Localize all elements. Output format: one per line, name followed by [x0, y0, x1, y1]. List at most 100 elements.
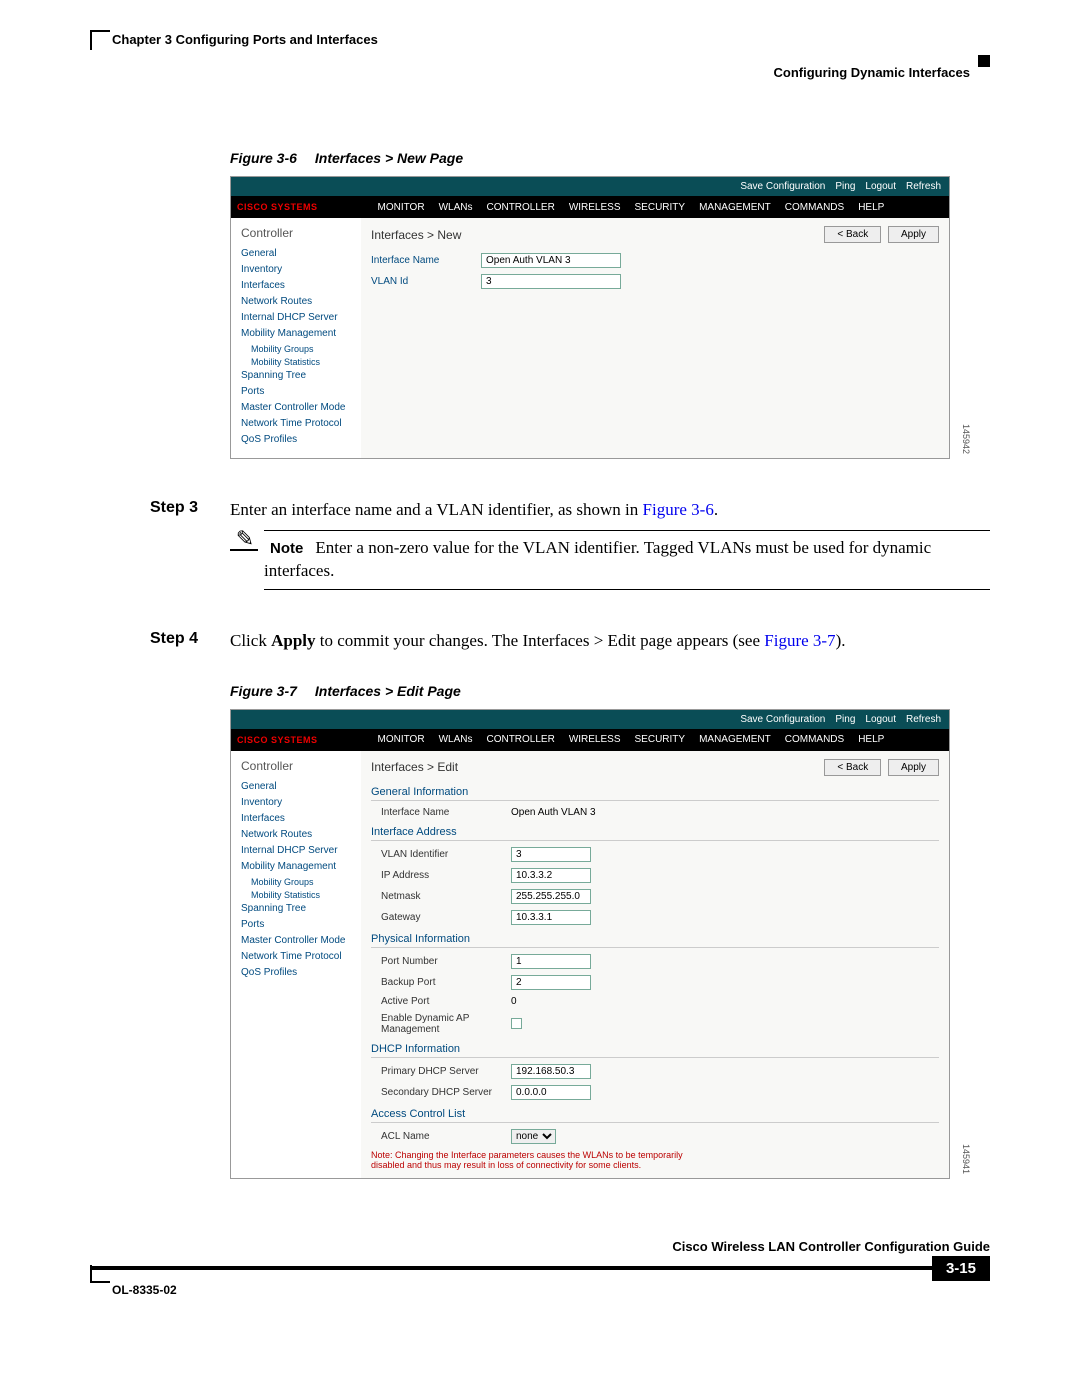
menu-management[interactable]: MANAGEMENT: [699, 734, 771, 745]
sb-master[interactable]: Master Controller Mode: [241, 935, 351, 946]
cisco-logo: CISCO SYSTEMS: [237, 202, 318, 212]
back-button[interactable]: < Back: [824, 759, 881, 776]
link-save-config[interactable]: Save Configuration: [740, 714, 825, 725]
input-backup[interactable]: [511, 975, 591, 990]
main-menu: CISCO SYSTEMS MONITOR WLANs CONTROLLER W…: [231, 196, 949, 218]
label-active: Active Port: [371, 996, 511, 1007]
menu-controller[interactable]: CONTROLLER: [486, 734, 554, 745]
step-3-text: Enter an interface name and a VLAN ident…: [230, 499, 990, 522]
sb-mobility[interactable]: Mobility Management: [241, 328, 351, 339]
sb-spanning[interactable]: Spanning Tree: [241, 370, 351, 381]
sidebar-title: Controller: [241, 759, 351, 773]
top-toolbar: Save Configuration Ping Logout Refresh: [231, 177, 949, 196]
menu-security[interactable]: SECURITY: [635, 202, 686, 213]
input-vlan-id[interactable]: [481, 274, 621, 289]
label-iface-name: Interface Name: [371, 255, 481, 266]
input-vlan[interactable]: [511, 847, 591, 862]
menu-controller[interactable]: CONTROLLER: [486, 202, 554, 213]
sb-mob-groups[interactable]: Mobility Groups: [251, 344, 351, 354]
sb-qos[interactable]: QoS Profiles: [241, 967, 351, 978]
input-port[interactable]: [511, 954, 591, 969]
running-header-left: Chapter 3 Configuring Ports and Interfac…: [112, 32, 990, 47]
menu-wireless[interactable]: WIRELESS: [569, 734, 621, 745]
link-ping[interactable]: Ping: [835, 714, 855, 725]
sb-mob-stats[interactable]: Mobility Statistics: [251, 890, 351, 900]
step-4-text: Click Apply to commit your changes. The …: [230, 630, 990, 653]
menu-help[interactable]: HELP: [858, 734, 884, 745]
link-logout[interactable]: Logout: [865, 181, 896, 192]
label-dhcp1: Primary DHCP Server: [371, 1066, 511, 1077]
menu-wlans[interactable]: WLANs: [439, 734, 473, 745]
sb-ntp[interactable]: Network Time Protocol: [241, 951, 351, 962]
sb-network-routes[interactable]: Network Routes: [241, 829, 351, 840]
sb-master[interactable]: Master Controller Mode: [241, 402, 351, 413]
link-refresh[interactable]: Refresh: [906, 714, 941, 725]
figure-id-2: 145941: [961, 1144, 971, 1174]
label-acl: ACL Name: [371, 1131, 511, 1142]
label-dhcp2: Secondary DHCP Server: [371, 1087, 511, 1098]
section-general: General Information: [371, 786, 939, 801]
menu-monitor[interactable]: MONITOR: [378, 734, 425, 745]
input-dhcp2[interactable]: [511, 1085, 591, 1100]
input-iface-name[interactable]: [481, 253, 621, 268]
menu-help[interactable]: HELP: [858, 202, 884, 213]
note-icon: ✎: [230, 526, 260, 551]
doc-id: OL-8335-02: [90, 1283, 177, 1297]
input-mask[interactable]: [511, 889, 591, 904]
step-3-label: Step 3: [150, 499, 230, 522]
screenshot-interfaces-new: Save Configuration Ping Logout Refresh C…: [230, 176, 950, 459]
corner-marker: [978, 55, 990, 67]
back-button[interactable]: < Back: [824, 226, 881, 243]
label-backup: Backup Port: [371, 977, 511, 988]
sb-mob-groups[interactable]: Mobility Groups: [251, 877, 351, 887]
link-figure-3-6[interactable]: Figure 3-6: [643, 500, 714, 519]
apply-button[interactable]: Apply: [888, 759, 939, 776]
sb-interfaces[interactable]: Interfaces: [241, 280, 351, 291]
sb-mobility[interactable]: Mobility Management: [241, 861, 351, 872]
sb-general[interactable]: General: [241, 248, 351, 259]
menu-commands[interactable]: COMMANDS: [785, 734, 844, 745]
menu-security[interactable]: SECURITY: [635, 734, 686, 745]
sb-general[interactable]: General: [241, 781, 351, 792]
input-gw[interactable]: [511, 910, 591, 925]
value-active: 0: [511, 996, 517, 1007]
sb-ntp[interactable]: Network Time Protocol: [241, 418, 351, 429]
sb-dhcp-server[interactable]: Internal DHCP Server: [241, 845, 351, 856]
sb-mob-stats[interactable]: Mobility Statistics: [251, 357, 351, 367]
menu-commands[interactable]: COMMANDS: [785, 202, 844, 213]
menu-monitor[interactable]: MONITOR: [378, 202, 425, 213]
cisco-logo: CISCO SYSTEMS: [237, 735, 318, 745]
input-dhcp1[interactable]: [511, 1064, 591, 1079]
sb-spanning[interactable]: Spanning Tree: [241, 903, 351, 914]
link-logout[interactable]: Logout: [865, 714, 896, 725]
section-phys: Physical Information: [371, 933, 939, 948]
label-mask: Netmask: [371, 891, 511, 902]
select-acl[interactable]: none: [511, 1129, 556, 1144]
sb-qos[interactable]: QoS Profiles: [241, 434, 351, 445]
label-dynap: Enable Dynamic AP Management: [371, 1013, 511, 1035]
sb-inventory[interactable]: Inventory: [241, 264, 351, 275]
input-ip[interactable]: [511, 868, 591, 883]
link-figure-3-7[interactable]: Figure 3-7: [764, 631, 835, 650]
link-refresh[interactable]: Refresh: [906, 181, 941, 192]
sb-ports[interactable]: Ports: [241, 386, 351, 397]
label-vlan-id: VLAN Id: [371, 276, 481, 287]
section-acl: Access Control List: [371, 1108, 939, 1123]
menu-wlans[interactable]: WLANs: [439, 202, 473, 213]
sb-dhcp-server[interactable]: Internal DHCP Server: [241, 312, 351, 323]
running-header-right: Configuring Dynamic Interfaces: [90, 65, 970, 80]
figure-id-1: 145942: [961, 424, 971, 454]
sb-inventory[interactable]: Inventory: [241, 797, 351, 808]
apply-button[interactable]: Apply: [888, 226, 939, 243]
link-save-config[interactable]: Save Configuration: [740, 181, 825, 192]
sb-interfaces[interactable]: Interfaces: [241, 813, 351, 824]
label-port: Port Number: [371, 956, 511, 967]
sb-network-routes[interactable]: Network Routes: [241, 296, 351, 307]
menu-wireless[interactable]: WIRELESS: [569, 202, 621, 213]
menu-management[interactable]: MANAGEMENT: [699, 202, 771, 213]
breadcrumb: Interfaces > New: [371, 228, 461, 242]
sb-ports[interactable]: Ports: [241, 919, 351, 930]
link-ping[interactable]: Ping: [835, 181, 855, 192]
page-number: 3-15: [932, 1256, 990, 1281]
checkbox-dynap[interactable]: [511, 1018, 522, 1029]
